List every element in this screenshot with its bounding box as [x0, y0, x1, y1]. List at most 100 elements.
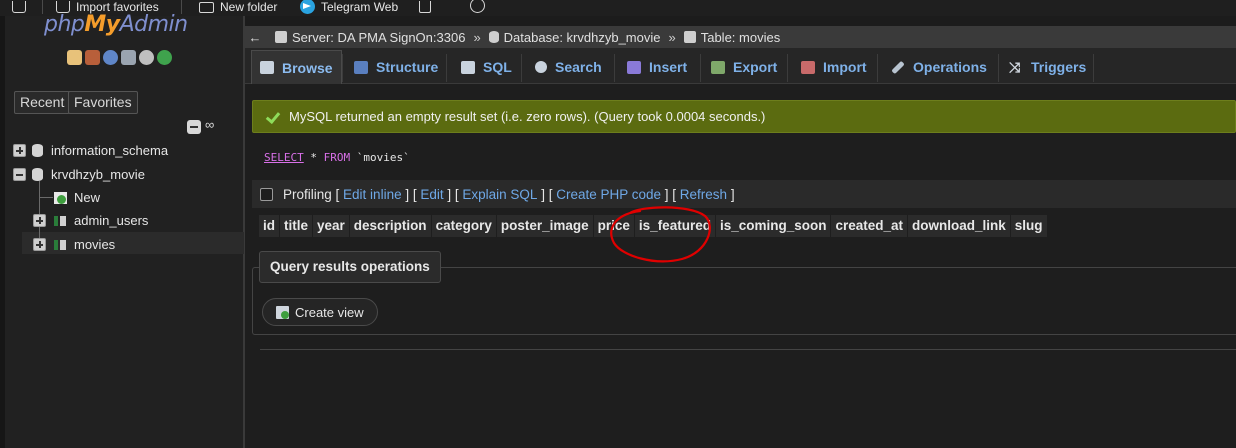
result-column-headers: id title year description category poste… — [259, 215, 1048, 237]
database-icon — [32, 144, 43, 157]
column-header[interactable]: title — [280, 215, 314, 237]
column-header[interactable]: category — [431, 215, 497, 237]
explain-sql-link[interactable]: Explain SQL — [462, 187, 537, 202]
search-icon — [535, 61, 547, 73]
expand-icon[interactable] — [13, 144, 26, 157]
new-folder-label: New folder — [220, 0, 278, 14]
column-header[interactable]: poster_image — [496, 215, 594, 237]
sql-star: * — [310, 150, 317, 164]
tab-label: Import — [823, 59, 867, 75]
column-header[interactable]: year — [313, 215, 350, 237]
tab-label: SQL — [483, 59, 512, 75]
telegram-bookmark[interactable]: Telegram Web — [300, 0, 398, 14]
edit-link[interactable]: Edit — [420, 187, 443, 202]
tab-label: Insert — [649, 59, 688, 75]
new-folder-bookmark[interactable]: New folder — [199, 0, 277, 14]
telegram-label: Telegram Web — [321, 0, 399, 14]
column-header-is-featured[interactable]: is_featured — [634, 215, 716, 237]
tab-operations[interactable]: Operations — [883, 50, 995, 84]
tree-new-table[interactable]: New — [53, 190, 100, 205]
structure-icon — [354, 60, 368, 74]
import-icon — [801, 60, 815, 74]
insert-icon — [627, 60, 641, 74]
breadcrumb-server[interactable]: Server: DA PMA SignOn:3306 — [275, 30, 465, 45]
favorites-button[interactable]: Favorites — [68, 91, 138, 114]
breadcrumb-database[interactable]: Database: krvdhzyb_movie — [488, 29, 661, 45]
breadcrumb-table-label: Table: movies — [700, 29, 781, 45]
tab-bar: Browse Structure SQL Search Insert Expor… — [245, 48, 1236, 84]
sql-table-name: `movies` — [356, 150, 410, 164]
create-view-button[interactable]: Create view — [262, 298, 378, 326]
edit-inline-link[interactable]: Edit inline — [343, 187, 402, 202]
query-options-bar: Profiling [ Edit inline ] [ Edit ] [ Exp… — [252, 180, 1236, 208]
tab-browse[interactable]: Browse — [251, 50, 342, 84]
column-header[interactable]: created_at — [831, 215, 909, 237]
help-icon[interactable] — [103, 50, 118, 65]
sql-query-box[interactable]: SELECT * FROM `movies` — [252, 138, 1236, 176]
column-header[interactable]: price — [593, 215, 635, 237]
tab-import[interactable]: Import — [793, 50, 875, 84]
profiling-checkbox[interactable] — [260, 187, 273, 201]
logo-admin: Admin — [119, 12, 189, 37]
success-message: MySQL returned an empty result set (i.e.… — [252, 100, 1236, 133]
recent-button[interactable]: Recent — [14, 91, 71, 114]
tab-export[interactable]: Export — [703, 50, 785, 84]
gear-icon[interactable] — [139, 50, 154, 65]
back-arrow-icon[interactable]: ← — [245, 30, 265, 45]
home-icon[interactable] — [67, 50, 82, 65]
new-table-icon — [53, 190, 68, 205]
link-with-main-button[interactable]: ∞ — [205, 117, 214, 132]
logo-my: My — [84, 12, 120, 37]
wrench-icon — [891, 60, 905, 74]
logo-php: php — [44, 12, 85, 37]
tab-label: Structure — [376, 59, 439, 75]
quick-icons — [67, 50, 172, 65]
logout-icon[interactable] — [85, 50, 100, 65]
column-header[interactable]: slug — [1010, 215, 1048, 237]
db-name: information_schema — [51, 143, 169, 158]
phpmyadmin-logo[interactable]: phpMyAdmin — [44, 12, 188, 37]
column-header[interactable]: download_link — [908, 215, 1011, 237]
refresh-link[interactable]: Refresh — [680, 187, 727, 202]
sql-icon — [461, 60, 475, 74]
check-icon — [265, 109, 281, 125]
tree-db-krvdhzyb-movie[interactable]: krvdhzyb_movie — [13, 167, 145, 182]
table-icon — [683, 31, 696, 43]
browse-icon — [260, 61, 274, 74]
tab-search[interactable]: Search — [527, 50, 610, 84]
shuffle-icon: ⤨ — [1009, 58, 1021, 75]
globe-bookmark[interactable] — [470, 0, 485, 14]
calendar-bookmark[interactable] — [419, 0, 431, 14]
folder-icon — [199, 1, 214, 13]
create-php-code-link[interactable]: Create PHP code — [556, 187, 661, 202]
create-view-label: Create view — [295, 304, 364, 320]
column-header[interactable]: description — [349, 215, 432, 237]
collapse-icon[interactable] — [13, 168, 26, 181]
breadcrumb-table[interactable]: Table: movies — [683, 29, 781, 45]
docs-icon[interactable] — [121, 50, 136, 65]
table-icon — [52, 213, 68, 228]
tab-structure[interactable]: Structure — [346, 50, 446, 84]
tree-db-information-schema[interactable]: information_schema — [13, 143, 168, 158]
tab-label: Browse — [282, 59, 333, 76]
expand-icon[interactable] — [33, 214, 46, 227]
collapse-all-button[interactable] — [187, 120, 201, 134]
tree-table-admin-users[interactable]: admin_users — [33, 213, 148, 228]
tab-actions-button[interactable] — [12, 0, 26, 14]
tab-triggers[interactable]: ⤨ Triggers — [1001, 50, 1094, 84]
column-header[interactable]: is_coming_soon — [715, 215, 832, 237]
column-header[interactable]: id — [259, 215, 280, 237]
tab-sql[interactable]: SQL — [453, 50, 520, 84]
expand-icon[interactable] — [33, 238, 46, 251]
sql-from-keyword: FROM — [323, 150, 351, 164]
breadcrumb-database-label: Database: krvdhzyb_movie — [503, 29, 661, 45]
tab-insert[interactable]: Insert — [619, 50, 695, 84]
db-name: krvdhzyb_movie — [51, 167, 145, 182]
reload-icon[interactable] — [157, 50, 172, 65]
tree-table-movies[interactable]: movies — [33, 237, 115, 252]
window-edge — [0, 16, 5, 448]
database-icon — [32, 168, 43, 181]
profiling-label: Profiling — [283, 186, 332, 202]
globe-icon — [470, 0, 485, 13]
table-name: movies — [74, 237, 116, 252]
